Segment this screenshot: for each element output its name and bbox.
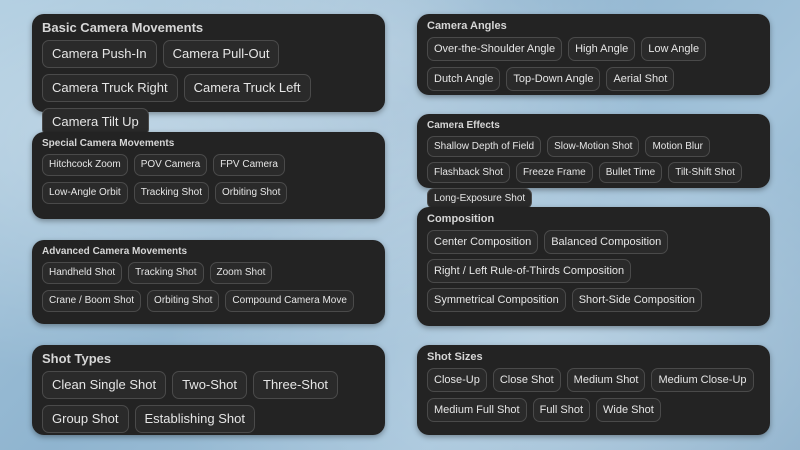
chip-handheld-shot[interactable]: Handheld Shot [42, 262, 123, 284]
chip-hitchcock-zoom[interactable]: Hitchcock Zoom [42, 154, 128, 176]
chip-medium-close-up[interactable]: Medium Close-Up [651, 368, 754, 392]
chip-camera-push-in[interactable]: Camera Push-In [42, 40, 157, 68]
panel-title: Camera Effects [427, 120, 500, 131]
chip-tracking-shot[interactable]: Tracking Shot [128, 262, 204, 284]
chip-wide-shot[interactable]: Wide Shot [596, 398, 661, 422]
chip-three-shot[interactable]: Three-Shot [253, 371, 339, 399]
chip-slow-motion-shot[interactable]: Slow-Motion Shot [547, 136, 640, 157]
chip-bullet-time[interactable]: Bullet Time [598, 162, 663, 183]
chip-symmetrical-composition[interactable]: Symmetrical Composition [427, 288, 566, 312]
chip-medium-full-shot[interactable]: Medium Full Shot [427, 398, 527, 422]
chip-clean-single-shot[interactable]: Clean Single Shot [42, 371, 167, 399]
panel-title: Special Camera Movements [42, 138, 175, 149]
chip-fpv-camera[interactable]: FPV Camera [213, 154, 285, 176]
chip-flashback-shot[interactable]: Flashback Shot [427, 162, 510, 183]
chip-freeze-frame[interactable]: Freeze Frame [515, 162, 593, 183]
chip-close-shot[interactable]: Close Shot [492, 368, 561, 392]
chip-medium-shot[interactable]: Medium Shot [566, 368, 646, 392]
panel-advanced-camera-movements: Advanced Camera Movements Handheld Shot … [32, 240, 385, 324]
chip-group-shot[interactable]: Group Shot [42, 405, 129, 433]
chip-group: Clean Single Shot Two-Shot Three-Shot Gr… [42, 371, 375, 439]
chip-low-angle-orbit[interactable]: Low-Angle Orbit [42, 182, 128, 204]
chip-tilt-shift-shot[interactable]: Tilt-Shift Shot [668, 162, 742, 183]
panel-special-camera-movements: Special Camera Movements Hitchcock Zoom … [32, 132, 385, 219]
chip-over-the-shoulder-angle[interactable]: Over-the-Shoulder Angle [427, 37, 563, 61]
panel-title: Basic Camera Movements [42, 20, 204, 35]
chip-two-shot[interactable]: Two-Shot [172, 371, 247, 399]
chip-dutch-angle[interactable]: Dutch Angle [427, 67, 501, 91]
chip-shallow-depth-of-field[interactable]: Shallow Depth of Field [427, 136, 542, 157]
panel-camera-effects: Camera Effects Shallow Depth of Field Sl… [417, 114, 770, 209]
chip-close-up[interactable]: Close-Up [427, 368, 487, 392]
chip-top-down-angle[interactable]: Top-Down Angle [506, 67, 601, 91]
chip-group: Over-the-Shoulder Angle High Angle Low A… [427, 37, 760, 97]
chip-group: Close-Up Close Shot Medium Shot Medium C… [427, 368, 760, 428]
chip-camera-truck-left[interactable]: Camera Truck Left [183, 74, 311, 102]
chip-balanced-composition[interactable]: Balanced Composition [544, 230, 669, 254]
panel-shot-types: Shot Types Clean Single Shot Two-Shot Th… [32, 345, 385, 435]
chip-camera-pull-out[interactable]: Camera Pull-Out [162, 40, 280, 68]
chip-group: Handheld Shot Tracking Shot Zoom Shot Cr… [42, 262, 375, 318]
panel-basic-camera-movements: Basic Camera Movements Camera Push-In Ca… [32, 14, 385, 136]
chip-short-side-composition[interactable]: Short-Side Composition [571, 288, 702, 312]
panel-shot-sizes: Shot Sizes Close-Up Close Shot Medium Sh… [417, 345, 770, 435]
chip-orbiting-shot[interactable]: Orbiting Shot [147, 290, 220, 312]
chip-camera-truck-right[interactable]: Camera Truck Right [42, 74, 178, 102]
chip-aerial-shot[interactable]: Aerial Shot [606, 67, 675, 91]
panel-camera-angles: Camera Angles Over-the-Shoulder Angle Hi… [417, 14, 770, 95]
chip-group: Camera Push-In Camera Pull-Out Camera Tr… [42, 40, 375, 142]
panel-title: Shot Sizes [427, 351, 483, 363]
chip-establishing-shot[interactable]: Establishing Shot [134, 405, 255, 433]
chip-center-composition[interactable]: Center Composition [427, 230, 539, 254]
chip-high-angle[interactable]: High Angle [568, 37, 636, 61]
panel-composition: Composition Center Composition Balanced … [417, 207, 770, 326]
chip-rule-of-thirds-composition[interactable]: Right / Left Rule-of-Thirds Composition [427, 259, 632, 283]
chip-full-shot[interactable]: Full Shot [532, 398, 591, 422]
chip-crane-boom-shot[interactable]: Crane / Boom Shot [42, 290, 142, 312]
panel-title: Camera Angles [427, 20, 507, 32]
chip-tracking-shot[interactable]: Tracking Shot [133, 182, 210, 204]
chip-compound-camera-move[interactable]: Compound Camera Move [225, 290, 354, 312]
chip-low-angle[interactable]: Low Angle [641, 37, 707, 61]
chip-motion-blur[interactable]: Motion Blur [645, 136, 711, 157]
panel-title: Composition [427, 213, 495, 225]
panel-title: Advanced Camera Movements [42, 246, 188, 257]
chip-zoom-shot[interactable]: Zoom Shot [209, 262, 273, 284]
chip-orbiting-shot[interactable]: Orbiting Shot [215, 182, 288, 204]
chip-group: Center Composition Balanced Composition … [427, 230, 760, 317]
panel-title: Shot Types [42, 351, 112, 366]
chip-pov-camera[interactable]: POV Camera [133, 154, 208, 176]
chip-long-exposure-shot[interactable]: Long-Exposure Shot [427, 188, 533, 209]
chip-group: Shallow Depth of Field Slow-Motion Shot … [427, 136, 760, 214]
chip-group: Hitchcock Zoom POV Camera FPV Camera Low… [42, 154, 375, 210]
